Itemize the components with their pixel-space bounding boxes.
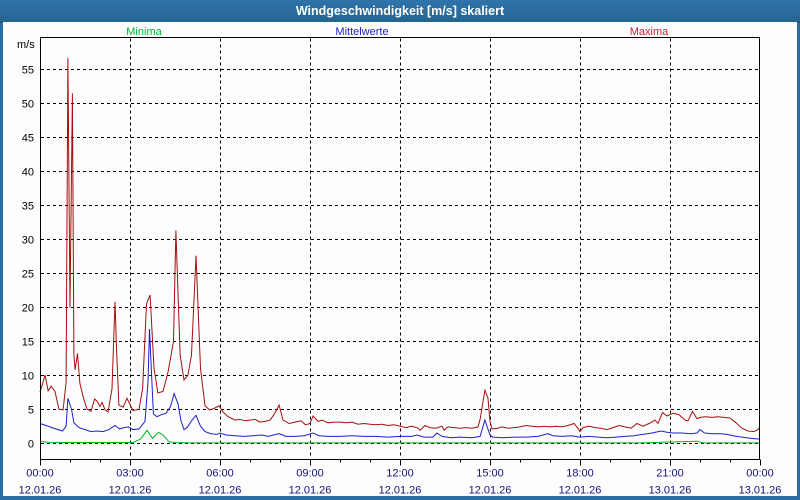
- svg-text:12.01.26: 12.01.26: [559, 485, 602, 497]
- window-title: Windgeschwindigkeit [m/s] skaliert: [295, 4, 505, 18]
- svg-text:25: 25: [22, 269, 34, 281]
- chart-window: Windgeschwindigkeit [m/s] skaliert Minim…: [0, 0, 800, 500]
- svg-text:35: 35: [22, 201, 34, 213]
- svg-text:45: 45: [22, 133, 34, 145]
- svg-text:21:00: 21:00: [656, 468, 684, 480]
- svg-text:12.01.26: 12.01.26: [289, 485, 332, 497]
- svg-text:5: 5: [28, 405, 34, 417]
- svg-text:40: 40: [22, 167, 34, 179]
- svg-text:13.01.26: 13.01.26: [649, 485, 692, 497]
- svg-text:50: 50: [22, 99, 34, 111]
- x-axis-labels: 00:00 12.01.26 03:00 12.01.26 06:00 12.01.26 0…: [19, 468, 782, 497]
- svg-text:10: 10: [22, 371, 34, 383]
- svg-text:12.01.26: 12.01.26: [379, 485, 422, 497]
- svg-text:55: 55: [22, 65, 34, 77]
- svg-text:00:00: 00:00: [26, 468, 54, 480]
- svg-text:09:00: 09:00: [296, 468, 324, 480]
- gridlines: [41, 38, 759, 459]
- svg-text:20: 20: [22, 303, 34, 315]
- wind-speed-chart: 0 5 10 15 20 25 30 35 40 45 50 55 00:00 12.01.26 03:00…: [19, 37, 782, 497]
- svg-text:15: 15: [22, 337, 34, 349]
- svg-text:12:00: 12:00: [386, 468, 414, 480]
- x-axis-ticks: [40, 459, 761, 466]
- svg-text:06:00: 06:00: [206, 468, 234, 480]
- svg-text:13.01.26: 13.01.26: [739, 485, 782, 497]
- svg-text:15:00: 15:00: [476, 468, 504, 480]
- svg-text:12.01.26: 12.01.26: [199, 485, 242, 497]
- svg-text:0: 0: [28, 439, 34, 451]
- svg-text:03:00: 03:00: [116, 468, 144, 480]
- svg-text:30: 30: [22, 235, 34, 247]
- svg-text:00:00: 00:00: [746, 468, 774, 480]
- y-axis-labels: 0 5 10 15 20 25 30 35 40 45 50 55: [22, 65, 34, 451]
- svg-text:12.01.26: 12.01.26: [19, 485, 62, 497]
- svg-text:12.01.26: 12.01.26: [109, 485, 152, 497]
- window-titlebar: Windgeschwindigkeit [m/s] skaliert: [0, 0, 800, 23]
- svg-text:18:00: 18:00: [566, 468, 594, 480]
- svg-text:12.01.26: 12.01.26: [469, 485, 512, 497]
